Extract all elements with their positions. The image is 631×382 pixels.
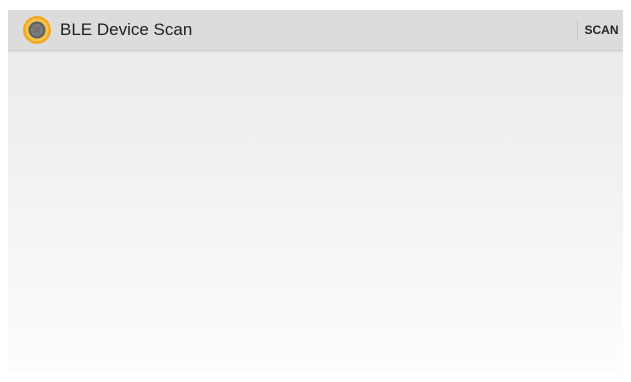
device-list xyxy=(8,51,623,372)
action-bar: BLE Device Scan SCAN xyxy=(8,10,623,51)
action-divider xyxy=(577,20,578,40)
app-screen: BLE Device Scan SCAN xyxy=(8,10,623,372)
app-title: BLE Device Scan xyxy=(60,20,193,39)
scan-button[interactable]: SCAN xyxy=(580,10,623,50)
ble-app-icon xyxy=(23,16,51,44)
